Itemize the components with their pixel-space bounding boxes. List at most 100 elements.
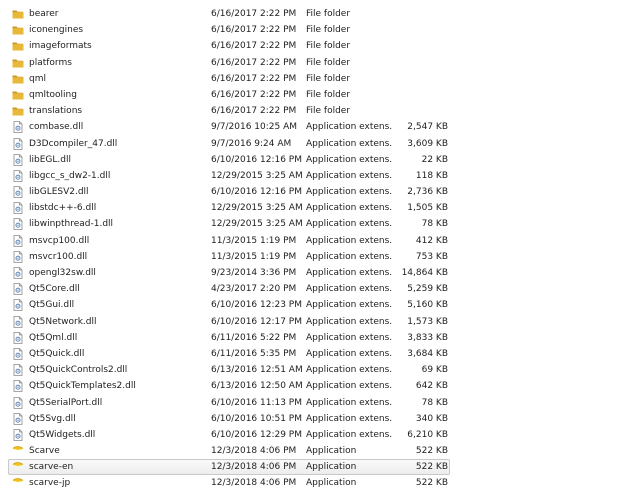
file-row[interactable]: Qt5Quick.dll 6/11/2016 5:35 PM Application… <box>0 346 640 362</box>
file-type: File folder <box>306 89 351 100</box>
file-row[interactable]: Qt5Qml.dll 6/11/2016 5:22 PM Application e… <box>0 330 640 346</box>
file-row[interactable]: scarve-en 12/3/2018 4:06 PM Application 522… <box>0 459 640 476</box>
file-row[interactable]: libwinpthread-1.dll 12/29/2015 3:25 AM App… <box>0 216 640 232</box>
file-name: libstdc++-6.dll <box>29 203 97 214</box>
dll-file-icon <box>12 331 24 344</box>
file-date-modified: 6/10/2016 10:51 PM <box>211 413 302 424</box>
file-type: File folder <box>306 106 351 117</box>
file-type: Application extens... <box>306 170 392 181</box>
file-type: Application extens... <box>306 235 392 246</box>
file-row[interactable]: scarve-jp 12/3/2018 4:06 PM Application 522… <box>0 475 640 491</box>
file-date-modified: 6/16/2017 2:22 PM <box>211 106 297 117</box>
file-date-modified: 9/7/2016 9:24 AM <box>211 138 292 149</box>
file-row[interactable]: iconengines 6/16/2017 2:22 PM File folder <box>0 22 640 38</box>
file-name: opengl32sw.dll <box>29 268 96 278</box>
file-size: 118 KB <box>415 170 448 181</box>
file-row[interactable]: Qt5Core.dll 4/23/2017 2:20 PM Application … <box>0 281 640 297</box>
file-size: 14,864 KB <box>401 268 448 278</box>
file-date-modified: 6/10/2016 12:17 PM <box>211 316 302 327</box>
file-row[interactable]: msvcr100.dll 11/3/2015 1:19 PM Application… <box>0 249 640 265</box>
folder-icon <box>12 105 24 117</box>
file-name: Scarve <box>29 446 60 457</box>
file-size: 412 KB <box>415 235 448 246</box>
file-name: qmltooling <box>29 89 77 100</box>
file-name: Qt5QuickTemplates2.dll <box>29 381 136 392</box>
file-row[interactable]: Qt5Widgets.dll 6/10/2016 12:29 PM Applicat… <box>0 427 640 443</box>
file-row[interactable]: platforms 6/16/2017 2:22 PM File folder <box>0 55 640 71</box>
file-type: Application extens... <box>306 268 392 278</box>
file-size: 22 KB <box>421 154 448 165</box>
folder-icon <box>12 89 24 101</box>
file-name: platforms <box>29 57 72 68</box>
file-date-modified: 9/23/2014 3:36 PM <box>211 268 297 278</box>
file-name: D3Dcompiler_47.dll <box>29 138 118 149</box>
file-row[interactable]: opengl32sw.dll 9/23/2014 3:36 PM Applicati… <box>0 265 640 281</box>
file-type: Application extens... <box>306 122 392 133</box>
file-row[interactable]: Qt5Gui.dll 6/10/2016 12:23 PM Application … <box>0 297 640 313</box>
file-size: 5,259 KB <box>407 284 448 295</box>
dll-file-icon <box>12 202 24 215</box>
file-row[interactable]: qml 6/16/2017 2:22 PM File folder <box>0 71 640 87</box>
file-row[interactable]: Qt5QuickControls2.dll 6/13/2016 12:51 AM A… <box>0 362 640 378</box>
dll-file-icon <box>12 218 24 231</box>
file-size: 340 KB <box>415 413 448 424</box>
file-row[interactable]: D3Dcompiler_47.dll 9/7/2016 9:24 AM Applic… <box>0 136 640 152</box>
file-row[interactable]: combase.dll 9/7/2016 10:25 AM Application … <box>0 119 640 135</box>
file-date-modified: 12/3/2018 4:06 PM <box>211 462 297 473</box>
file-row[interactable]: translations 6/16/2017 2:22 PM File folder <box>0 103 640 119</box>
file-type: File folder <box>306 25 351 36</box>
file-name: Qt5Widgets.dll <box>29 429 96 440</box>
file-row[interactable]: libstdc++-6.dll 12/29/2015 3:25 AM Applica… <box>0 200 640 216</box>
file-type: Application extens... <box>306 219 392 230</box>
dll-file-icon <box>12 412 24 425</box>
file-name: Qt5QuickControls2.dll <box>29 365 128 376</box>
file-row[interactable]: libgcc_s_dw2-1.dll 12/29/2015 3:25 AM Appl… <box>0 168 640 184</box>
app-icon <box>12 445 24 457</box>
file-type: Application extens... <box>306 397 392 408</box>
file-row[interactable]: Qt5QuickTemplates2.dll 6/13/2016 12:50 AM… <box>0 378 640 394</box>
file-row[interactable]: libEGL.dll 6/10/2016 12:16 PM Application … <box>0 152 640 168</box>
file-row[interactable]: Scarve 12/3/2018 4:06 PM Application 522 KB <box>0 443 640 459</box>
file-type: Application <box>306 462 357 473</box>
file-type: Application extens... <box>306 154 392 165</box>
file-row[interactable]: msvcp100.dll 11/3/2015 1:19 PM Application… <box>0 233 640 249</box>
dll-file-icon <box>12 315 24 328</box>
folder-icon <box>12 40 24 52</box>
file-name: combase.dll <box>29 122 84 133</box>
file-name: libGLESV2.dll <box>29 187 89 198</box>
dll-file-icon <box>12 428 24 441</box>
file-date-modified: 6/16/2017 2:22 PM <box>211 9 297 19</box>
file-size: 3,684 KB <box>407 348 448 359</box>
file-name: iconengines <box>29 25 84 36</box>
file-date-modified: 11/3/2015 1:19 PM <box>211 251 297 262</box>
file-row[interactable]: Qt5Svg.dll 6/10/2016 10:51 PM Application … <box>0 411 640 427</box>
app-icon <box>12 477 24 489</box>
dll-file-icon <box>12 396 24 409</box>
file-date-modified: 6/13/2016 12:51 AM <box>211 365 303 376</box>
file-name: Qt5Qml.dll <box>29 332 78 343</box>
dll-file-icon <box>12 267 24 279</box>
file-name: libwinpthread-1.dll <box>29 219 114 230</box>
file-size: 753 KB <box>415 251 448 262</box>
file-size: 2,547 KB <box>407 122 448 133</box>
file-name: bearer <box>29 9 59 19</box>
app-icon <box>12 461 24 473</box>
file-row[interactable]: imageformats 6/16/2017 2:22 PM File folder <box>0 38 640 54</box>
file-size: 69 KB <box>421 365 448 376</box>
file-type: Application extens... <box>306 251 392 262</box>
file-type: Application extens... <box>306 429 392 440</box>
file-name: Qt5Core.dll <box>29 284 80 295</box>
file-row[interactable]: qmltooling 6/16/2017 2:22 PM File folder <box>0 87 640 103</box>
file-date-modified: 6/16/2017 2:22 PM <box>211 25 297 36</box>
file-type: Application extens... <box>306 316 392 327</box>
file-date-modified: 9/7/2016 10:25 AM <box>211 122 298 133</box>
file-row[interactable]: Qt5SerialPort.dll 6/10/2016 11:13 PM Appli… <box>0 395 640 411</box>
file-name: libgcc_s_dw2-1.dll <box>29 170 111 181</box>
file-name: msvcr100.dll <box>29 251 88 262</box>
file-row[interactable]: bearer 6/16/2017 2:22 PM File folder <box>0 6 640 22</box>
file-row[interactable]: Qt5Network.dll 6/10/2016 12:17 PM Applicat… <box>0 314 640 330</box>
file-type: Application extens... <box>306 187 392 198</box>
file-size: 78 KB <box>421 219 448 230</box>
dll-file-icon <box>12 169 24 182</box>
file-row[interactable]: libGLESV2.dll 6/10/2016 12:16 PM Applicati… <box>0 184 640 200</box>
